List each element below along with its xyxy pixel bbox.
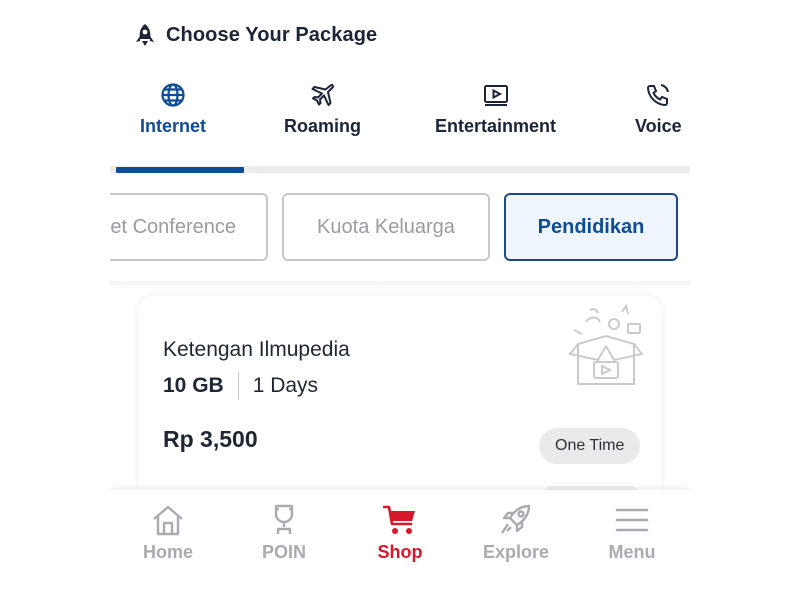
phone-icon <box>645 82 671 108</box>
chip-internet-conference[interactable]: Internet Conference <box>110 193 268 261</box>
package-price: Rp 3,500 <box>163 426 258 452</box>
package-quota: 10 GB <box>163 374 224 397</box>
home-icon <box>151 504 185 536</box>
package-meta: 10 GB 1 Days <box>163 372 318 400</box>
tab-label: Entertainment <box>435 116 557 136</box>
app-screen: Choose Your Package Internet Roaming Ent… <box>110 0 690 594</box>
package-name: Ketengan Ilmupedia <box>163 338 350 361</box>
menu-icon <box>615 504 649 536</box>
subcategory-chips: Internet Conference Kuota Keluarga Pendi… <box>110 193 690 265</box>
page-title: Choose Your Package <box>166 23 378 46</box>
tab-label: Roaming <box>284 116 362 136</box>
tab-roaming[interactable]: Roaming <box>284 82 361 137</box>
active-tab-indicator <box>116 167 244 173</box>
tab-label: Internet <box>140 116 207 136</box>
package-type-badge: One Time <box>539 428 641 464</box>
cart-icon <box>383 504 417 536</box>
nav-home[interactable]: Home <box>110 504 226 563</box>
nav-label: POIN <box>261 542 306 562</box>
entertainment-box-icon <box>564 302 648 392</box>
nav-label: Home <box>142 542 193 562</box>
nav-label: Explore <box>482 542 550 562</box>
chip-pendidikan[interactable]: Pendidikan <box>504 193 678 261</box>
tab-label: Voice <box>635 116 682 136</box>
play-icon <box>483 82 509 108</box>
tab-internet[interactable]: Internet <box>140 82 206 137</box>
package-duration: 1 Days <box>252 374 319 397</box>
rocket-icon <box>499 504 533 536</box>
nav-label: Shop <box>377 542 423 562</box>
nav-poin[interactable]: POIN <box>226 504 342 563</box>
airplane-icon <box>310 82 336 108</box>
nav-shop[interactable]: Shop <box>342 504 458 563</box>
chip-label: Pendidikan <box>537 215 645 238</box>
meta-divider <box>237 372 239 400</box>
tab-entertainment[interactable]: Entertainment <box>435 82 556 137</box>
chip-kuota-keluarga[interactable]: Kuota Keluarga <box>282 193 490 261</box>
tab-voice[interactable]: Voice <box>635 82 682 137</box>
rocket-icon <box>132 22 158 48</box>
page-header: Choose Your Package <box>132 22 377 48</box>
category-tabs: Internet Roaming Entertainment Voice <box>110 82 690 174</box>
bottom-navigation: Home POIN Shop Explore Menu <box>110 490 690 594</box>
chip-label: Kuota Keluarga <box>317 215 455 238</box>
nav-menu[interactable]: Menu <box>574 504 690 563</box>
section-divider <box>110 281 690 289</box>
nav-label: Menu <box>608 542 656 562</box>
trophy-icon <box>267 504 301 536</box>
globe-icon <box>160 82 186 108</box>
nav-explore[interactable]: Explore <box>458 504 574 563</box>
chip-label: Internet Conference <box>110 215 236 238</box>
